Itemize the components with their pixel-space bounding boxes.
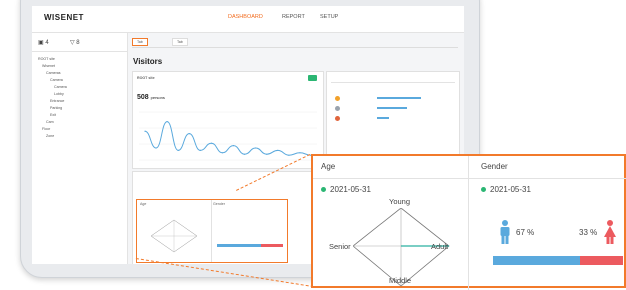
tree-item[interactable]: Camera [54,85,67,89]
visitor-total-unit: persons [150,95,165,100]
tree-item[interactable]: ROOT site [38,57,55,61]
mini-male-bar [217,244,261,247]
tree-item[interactable]: Parking [50,106,62,110]
tree-item[interactable]: Exit [50,113,56,117]
device-icon: ▽ [70,40,75,46]
camera-icon: ▣ [38,40,44,46]
zoom-callout-panel: Age Gender 2021-05-31 Young Senior Adult… [311,154,626,290]
ranking-divider [331,82,455,83]
tab-inactive[interactable]: Tab [172,38,188,46]
age-label-adult: Adult [431,242,449,251]
camera-count-stat: ▣ 4 [38,39,49,46]
age-header: Age [313,156,468,179]
series-line [144,121,312,156]
mini-age-header: Age [140,202,147,206]
gender-ratio-bar [493,256,623,265]
top-nav-bar: WISENET DASHBOARD REPORT SETUP [32,6,464,33]
male-icon [500,220,510,244]
age-label-young: Young [389,197,410,206]
tree-item[interactable]: Wisenet [42,64,55,68]
tree-item[interactable]: Floor [42,127,50,131]
nav-report[interactable]: REPORT [282,14,305,20]
age-label-middle: Middle [389,276,412,285]
male-ratio-fill [493,256,581,265]
device-count-stat: ▽ 8 [70,39,80,46]
nav-setup[interactable]: SETUP [320,14,338,20]
gender-date-text: 2021-05-31 [490,185,531,194]
mini-female-bar [261,244,283,247]
rank-bar [377,107,407,109]
tab-active[interactable]: Tab [132,38,148,46]
status-dot [321,187,326,193]
medal-icon [335,96,340,101]
tree-item[interactable]: Cam [46,120,54,124]
logo: WISENET [44,13,84,22]
sidebar-divider [32,51,127,52]
sidebar: ▣ 4 ▽ 8 ROOT site Wisenet Cameras Camera… [32,33,128,264]
gender-date: 2021-05-31 [481,185,531,194]
female-percent: 33 % [579,228,598,237]
age-label-senior: Senior [329,242,351,251]
male-percent: 67 % [516,228,535,237]
tab-strip: Tab Tab [132,37,458,48]
mini-gender-header: Gender [213,202,225,206]
camera-count: 4 [45,40,49,46]
age-header-label: Age [321,162,336,171]
gender-header: Gender [469,156,626,179]
rank-bar [377,97,421,99]
tree-item[interactable]: Zone [46,134,54,138]
visitor-total: 508 persons [137,94,165,101]
age-gender-highlight: Age Gender [136,199,288,263]
status-dot [481,187,486,193]
chart-card-title: ROOT site [137,76,155,80]
rank-bar [377,117,389,119]
mini-divider [211,200,212,262]
tree-item[interactable]: Camera [50,78,63,82]
medal-icon [335,106,340,111]
panel-divider [468,156,469,290]
tree-item[interactable]: Cameras [46,71,61,75]
age-date: 2021-05-31 [321,185,371,194]
tree-item[interactable]: Lobby [54,92,64,96]
tree-item[interactable]: Entrance [50,99,64,103]
export-icon[interactable] [308,75,317,81]
device-count: 8 [76,40,80,46]
nav-dashboard[interactable]: DASHBOARD [228,14,263,20]
visitors-line-chart [139,111,317,161]
visitor-total-value: 508 [137,94,149,101]
female-icon [604,220,616,244]
age-date-text: 2021-05-31 [330,185,371,194]
page-title: Visitors [133,57,163,66]
mini-radar [150,219,198,253]
visitors-chart-card: ROOT site 508 persons [132,71,324,169]
medal-icon [335,116,340,121]
gender-header-label: Gender [481,162,508,171]
